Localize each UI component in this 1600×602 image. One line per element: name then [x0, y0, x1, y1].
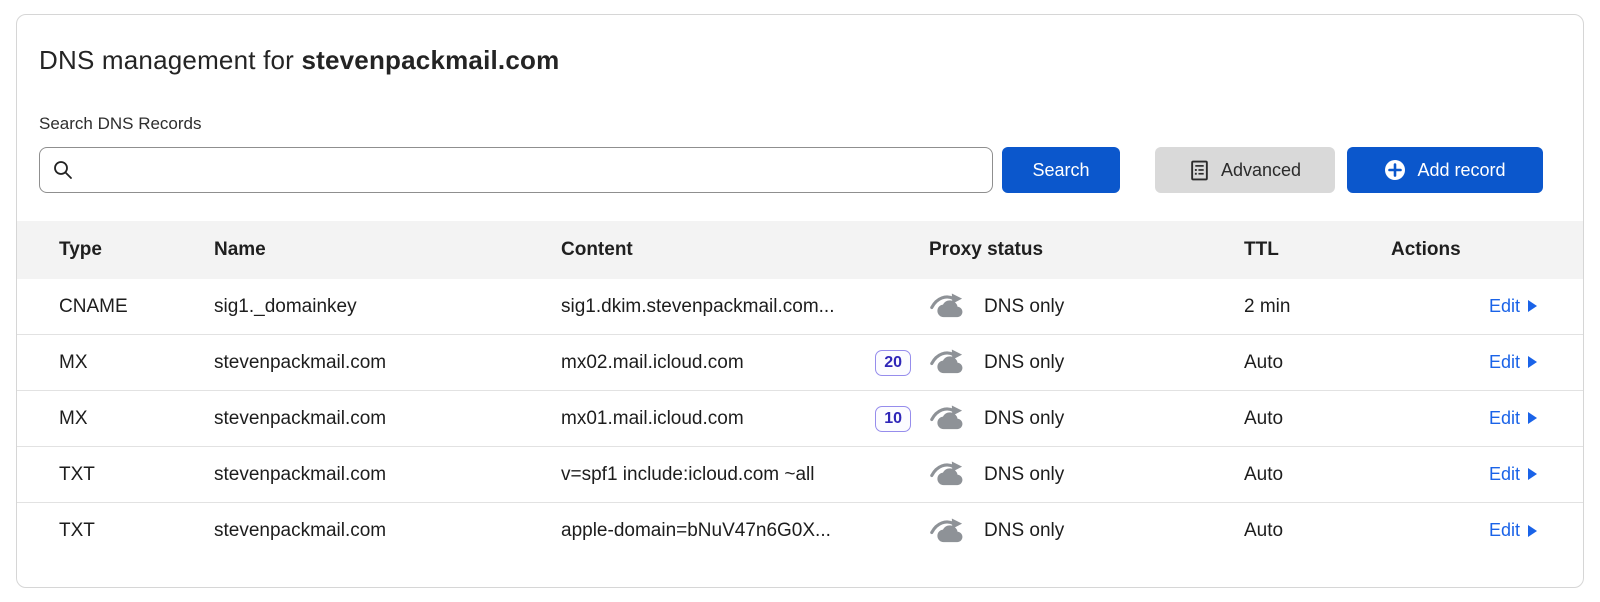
search-input-wrapper[interactable]: [39, 147, 993, 193]
record-ttl: 2 min: [1244, 296, 1391, 318]
dns-only-cloud-icon: [929, 460, 970, 489]
record-content: sig1.dkim.stevenpackmail.com...: [561, 296, 835, 318]
column-header-proxy-status: Proxy status: [929, 239, 1244, 261]
proxy-status-cell: DNS only: [929, 460, 1244, 489]
edit-caret-icon: [1528, 468, 1537, 480]
priority-badge: 20: [875, 350, 911, 376]
search-input[interactable]: [84, 148, 980, 192]
search-icon: [52, 159, 74, 181]
column-header-ttl: TTL: [1244, 239, 1391, 261]
proxy-status-cell: DNS only: [929, 404, 1244, 433]
column-header-content: Content: [561, 239, 929, 261]
edit-link-label: Edit: [1489, 352, 1520, 373]
record-ttl: Auto: [1244, 408, 1391, 430]
record-actions-cell: Edit: [1391, 408, 1537, 430]
add-record-button[interactable]: Add record: [1347, 147, 1543, 193]
record-ttl: Auto: [1244, 464, 1391, 486]
table-row: MX stevenpackmail.com mx02.mail.icloud.c…: [17, 335, 1583, 391]
dns-only-cloud-icon: [929, 292, 970, 321]
record-actions-cell: Edit: [1391, 464, 1537, 486]
edit-caret-icon: [1528, 525, 1537, 537]
advanced-button-label: Advanced: [1221, 160, 1301, 181]
record-name: stevenpackmail.com: [214, 520, 561, 542]
table-row: TXT stevenpackmail.com apple-domain=bNuV…: [17, 503, 1583, 559]
advanced-list-icon: [1189, 160, 1210, 181]
proxy-status: DNS only: [984, 520, 1064, 542]
record-type: CNAME: [59, 296, 214, 318]
record-content: mx01.mail.icloud.com: [561, 408, 744, 430]
column-header-name: Name: [214, 239, 561, 261]
edit-caret-icon: [1528, 412, 1537, 424]
table-body: CNAME sig1._domainkey sig1.dkim.stevenpa…: [17, 279, 1583, 559]
priority-badge: 10: [875, 406, 911, 432]
add-record-button-label: Add record: [1417, 160, 1505, 181]
record-type: MX: [59, 352, 214, 374]
record-name: sig1._domainkey: [214, 296, 561, 318]
proxy-status: DNS only: [984, 464, 1064, 486]
record-actions-cell: Edit: [1391, 296, 1537, 318]
proxy-status-cell: DNS only: [929, 517, 1244, 546]
search-label: Search DNS Records: [39, 114, 1561, 134]
proxy-status-cell: DNS only: [929, 292, 1244, 321]
table-row: CNAME sig1._domainkey sig1.dkim.stevenpa…: [17, 279, 1583, 335]
controls-row: Search Advanced Add record: [39, 147, 1543, 193]
edit-link[interactable]: Edit: [1489, 352, 1537, 373]
edit-link-label: Edit: [1489, 520, 1520, 541]
record-type: MX: [59, 408, 214, 430]
proxy-status: DNS only: [984, 296, 1064, 318]
dns-only-cloud-icon: [929, 404, 970, 433]
plus-circle-icon: [1384, 159, 1406, 181]
record-content-cell: sig1.dkim.stevenpackmail.com...: [561, 296, 929, 318]
edit-link[interactable]: Edit: [1489, 520, 1537, 541]
column-header-actions: Actions: [1391, 239, 1537, 261]
record-content-cell: mx01.mail.icloud.com 10: [561, 406, 929, 432]
dns-management-card: DNS management for stevenpackmail.com Se…: [16, 14, 1584, 588]
record-type: TXT: [59, 464, 214, 486]
table-row: TXT stevenpackmail.com v=spf1 include:ic…: [17, 447, 1583, 503]
record-content: mx02.mail.icloud.com: [561, 352, 744, 374]
record-content: apple-domain=bNuV47n6G0X...: [561, 520, 831, 542]
dns-only-cloud-icon: [929, 517, 970, 546]
edit-link[interactable]: Edit: [1489, 408, 1537, 429]
proxy-status-cell: DNS only: [929, 348, 1244, 377]
record-content-cell: v=spf1 include:icloud.com ~all: [561, 464, 929, 486]
proxy-status: DNS only: [984, 352, 1064, 374]
page-title-domain: stevenpackmail.com: [301, 45, 559, 75]
column-header-type: Type: [59, 239, 214, 261]
record-name: stevenpackmail.com: [214, 464, 561, 486]
edit-link-label: Edit: [1489, 408, 1520, 429]
record-content-cell: apple-domain=bNuV47n6G0X...: [561, 520, 929, 542]
page-title: DNS management for stevenpackmail.com: [39, 45, 1561, 76]
edit-caret-icon: [1528, 356, 1537, 368]
record-content: v=spf1 include:icloud.com ~all: [561, 464, 814, 486]
page-title-prefix: DNS management for: [39, 45, 301, 75]
record-name: stevenpackmail.com: [214, 408, 561, 430]
record-actions-cell: Edit: [1391, 352, 1537, 374]
edit-caret-icon: [1528, 300, 1537, 312]
edit-link[interactable]: Edit: [1489, 296, 1537, 317]
advanced-button[interactable]: Advanced: [1155, 147, 1335, 193]
record-content-cell: mx02.mail.icloud.com 20: [561, 350, 929, 376]
record-actions-cell: Edit: [1391, 520, 1537, 542]
table-header: Type Name Content Proxy status TTL Actio…: [17, 221, 1583, 279]
dns-only-cloud-icon: [929, 348, 970, 377]
search-button[interactable]: Search: [1002, 147, 1120, 193]
edit-link-label: Edit: [1489, 464, 1520, 485]
table-row: MX stevenpackmail.com mx01.mail.icloud.c…: [17, 391, 1583, 447]
edit-link[interactable]: Edit: [1489, 464, 1537, 485]
record-type: TXT: [59, 520, 214, 542]
edit-link-label: Edit: [1489, 296, 1520, 317]
record-ttl: Auto: [1244, 352, 1391, 374]
record-ttl: Auto: [1244, 520, 1391, 542]
record-name: stevenpackmail.com: [214, 352, 561, 374]
proxy-status: DNS only: [984, 408, 1064, 430]
